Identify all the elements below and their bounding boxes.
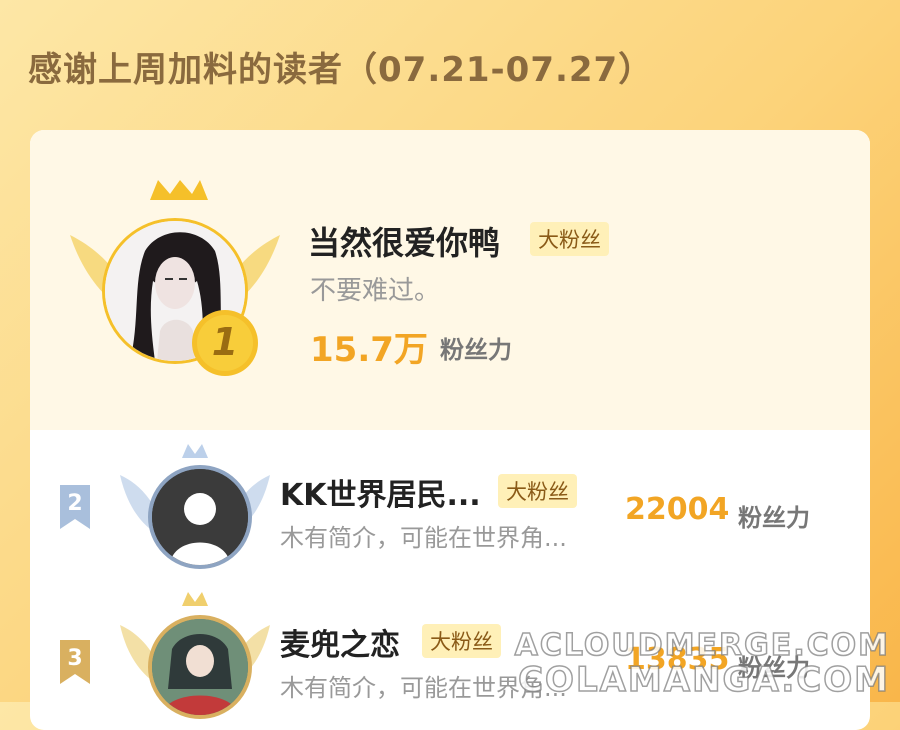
rank-number: 1	[211, 320, 239, 364]
fan-badge: 大粉丝	[422, 624, 501, 658]
fan-power-unit: 粉丝力	[440, 336, 512, 364]
ranking-row-2[interactable]: 2 KK世界居民... 大粉丝 木有简介，可能在世界角... 22004 粉丝力	[30, 430, 870, 590]
rank-number: 3	[67, 646, 83, 671]
ranking-row-1[interactable]: 1 当然很爱你鸭 大粉丝 不要难过。 15.7万 粉丝力	[30, 130, 870, 430]
fan-badge: 大粉丝	[498, 474, 577, 508]
fan-badge: 大粉丝	[530, 222, 609, 256]
avatar[interactable]	[148, 465, 252, 569]
reader-name[interactable]: 当然很爱你鸭	[308, 218, 500, 264]
reader-bio: 不要难过。	[310, 276, 441, 306]
page-title: 感谢上周加料的读者（07.21-07.27）	[28, 50, 654, 90]
watermark-line-1: ACLOUDMERGE.COM	[514, 627, 890, 664]
rank-number: 2	[67, 491, 83, 516]
watermark-line-2: COLAMANGA.COM	[517, 659, 890, 701]
fan-power-value: 22004	[625, 492, 730, 527]
avatar[interactable]	[148, 615, 252, 719]
reader-name[interactable]: 麦兜之恋	[280, 620, 400, 664]
fan-power-unit: 粉丝力	[738, 504, 810, 532]
fan-power-value: 15.7万	[310, 330, 428, 370]
reader-name[interactable]: KK世界居民...	[280, 470, 481, 514]
reader-bio: 木有简介，可能在世界角...	[280, 524, 567, 552]
